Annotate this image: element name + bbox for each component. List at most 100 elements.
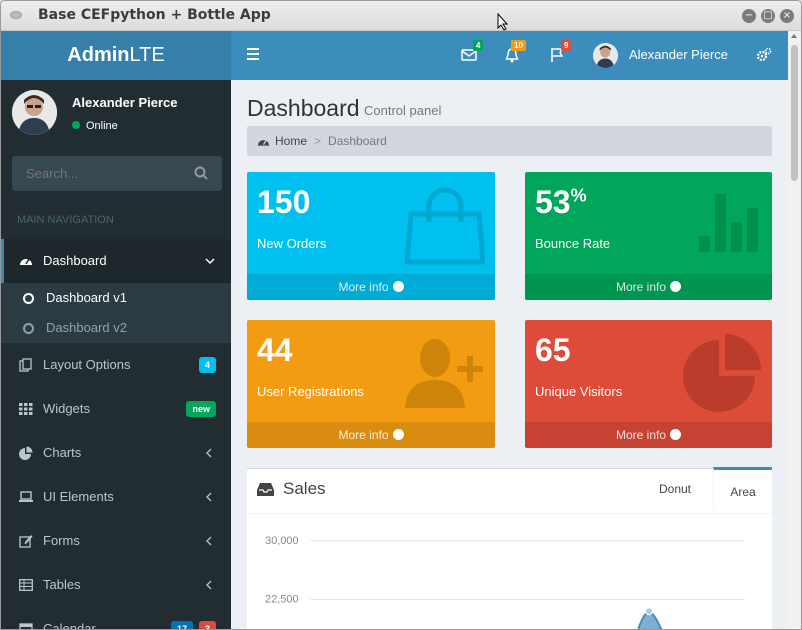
arrow-circle-right-icon <box>392 281 404 292</box>
pie-graph-icon <box>683 334 761 412</box>
chevron-left-icon <box>206 580 212 590</box>
laptop-icon <box>19 491 33 502</box>
calendar-alert-badge: 3 <box>198 621 216 629</box>
sidebar-item-dashboard[interactable]: Dashboard <box>1 239 231 283</box>
user-panel: Alexander Pierce Online <box>1 80 231 150</box>
logo[interactable]: AdminLTE <box>1 31 231 80</box>
breadcrumb-current: Dashboard <box>328 134 387 148</box>
area-chart: 30,000 22,500 <box>247 513 772 629</box>
box-value: 53% <box>535 184 587 220</box>
sales-title: Sales <box>283 479 326 498</box>
sidebar-item-charts[interactable]: Charts <box>1 431 231 475</box>
avatar[interactable] <box>593 43 618 68</box>
sidebar-item-widgets[interactable]: Widgets new <box>1 387 231 431</box>
circle-icon <box>23 323 34 334</box>
data-point <box>645 607 653 616</box>
search-input[interactable] <box>12 156 182 191</box>
box-value: 150 <box>257 184 311 220</box>
sidebar-item-forms[interactable]: Forms <box>1 519 231 563</box>
sidebar-item-dashboard-v1[interactable]: Dashboard v1 <box>1 283 231 313</box>
user-status: Online <box>72 120 118 132</box>
sidebar-item-ui-elements[interactable]: UI Elements <box>1 475 231 519</box>
pie-chart-icon <box>19 446 33 460</box>
tab-area[interactable]: Area <box>713 467 772 511</box>
dashboard-submenu: Dashboard v1 Dashboard v2 <box>1 283 231 343</box>
edit-icon <box>19 535 33 548</box>
more-info-link[interactable]: More info <box>525 422 772 448</box>
chevron-left-icon <box>206 448 212 458</box>
breadcrumb-separator: > <box>314 134 322 148</box>
chevron-down-icon <box>205 258 215 265</box>
window-title: Base CEFpython + Bottle App <box>38 7 271 23</box>
sidebar-item-label: Dashboard <box>43 253 107 268</box>
box-label: New Orders <box>257 236 327 251</box>
box-value: 65 <box>535 332 571 368</box>
app-icon <box>10 11 22 19</box>
vertical-scrollbar[interactable] <box>788 31 801 629</box>
shopping-bag-icon <box>405 187 485 265</box>
title-bar: Base CEFpython + Bottle App − □ × <box>1 1 801 31</box>
sidebar-item-dashboard-v2[interactable]: Dashboard v2 <box>1 313 231 343</box>
files-icon <box>19 358 32 372</box>
small-box-user-registrations: 44 User Registrations More info <box>247 320 495 448</box>
user-name: Alexander Pierce <box>72 95 178 110</box>
table-icon <box>19 579 33 591</box>
y-tick-label: 30,000 <box>265 535 298 547</box>
notifications-badge: 10 <box>511 40 526 51</box>
box-label: Bounce Rate <box>535 236 611 251</box>
close-button[interactable]: × <box>780 9 794 23</box>
inbox-icon <box>257 483 274 496</box>
calendar-icon <box>19 623 33 629</box>
search-icon[interactable] <box>194 166 208 180</box>
page-subtitle: Control panel <box>364 103 442 118</box>
small-box-bounce-rate: 53% Bounce Rate More info <box>525 172 772 300</box>
navbar-user-name[interactable]: Alexander Pierce <box>629 47 728 62</box>
chevron-left-icon <box>206 492 212 502</box>
new-badge: new <box>186 401 216 417</box>
content-area: Dashboard Control panel Home > Dashboard 1… <box>231 80 788 629</box>
breadcrumb: Home > Dashboard <box>247 126 772 156</box>
tab-donut[interactable]: Donut <box>637 467 713 511</box>
arrow-circle-right-icon <box>670 429 682 440</box>
sidebar-search <box>12 156 222 191</box>
maximize-button[interactable]: □ <box>761 9 775 23</box>
box-label: User Registrations <box>257 384 364 399</box>
circle-icon <box>23 293 34 304</box>
person-add-icon <box>405 339 483 408</box>
nav-header: MAIN NAVIGATION <box>17 214 114 226</box>
scrollbar-thumb[interactable] <box>791 45 798 181</box>
more-info-link[interactable]: More info <box>525 274 772 300</box>
more-info-link[interactable]: More info <box>247 274 495 300</box>
top-navbar: 4 10 9 Alexander Pierce <box>231 31 788 80</box>
th-icon <box>19 403 33 415</box>
mouse-cursor-icon <box>497 13 509 31</box>
dashboard-icon <box>20 258 32 265</box>
online-dot-icon <box>72 121 80 129</box>
avatar <box>12 90 57 135</box>
calendar-count-badge: 17 <box>170 621 193 629</box>
app-window: Base CEFpython + Bottle App − □ × AdminL… <box>0 0 802 630</box>
tasks-badge: 9 <box>561 40 572 51</box>
minimize-button[interactable]: − <box>742 9 756 23</box>
gears-icon[interactable] <box>756 47 772 63</box>
scroll-up-icon[interactable] <box>791 34 797 38</box>
breadcrumb-home[interactable]: Home <box>275 134 307 148</box>
box-label: Unique Visitors <box>535 384 623 399</box>
y-tick-label: 22,500 <box>265 593 298 605</box>
more-info-link[interactable]: More info <box>247 422 495 448</box>
sales-box: Sales Donut Area 30,000 22,500 <box>247 467 772 629</box>
messages-badge: 4 <box>473 40 484 51</box>
arrow-circle-right-icon <box>670 281 682 292</box>
page-title: Dashboard <box>247 95 360 121</box>
dashboard-icon <box>257 139 270 146</box>
small-box-new-orders: 150 New Orders More info <box>247 172 495 300</box>
sidebar-item-layout-options[interactable]: Layout Options 4 <box>1 343 231 387</box>
sidebar-item-tables[interactable]: Tables <box>1 563 231 607</box>
small-box-unique-visitors: 65 Unique Visitors More info <box>525 320 772 448</box>
layout-count-badge: 4 <box>198 357 216 373</box>
box-value: 44 <box>257 332 293 368</box>
sidebar: AdminLTE Alexander Pierce Online MA <box>1 31 231 629</box>
sidebar-toggle-icon[interactable] <box>247 48 259 62</box>
sidebar-item-calendar[interactable]: Calendar 17 3 <box>1 607 231 629</box>
sidebar-menu: Dashboard Dashboard v1 Dashboard v2 Layo… <box>1 239 231 629</box>
